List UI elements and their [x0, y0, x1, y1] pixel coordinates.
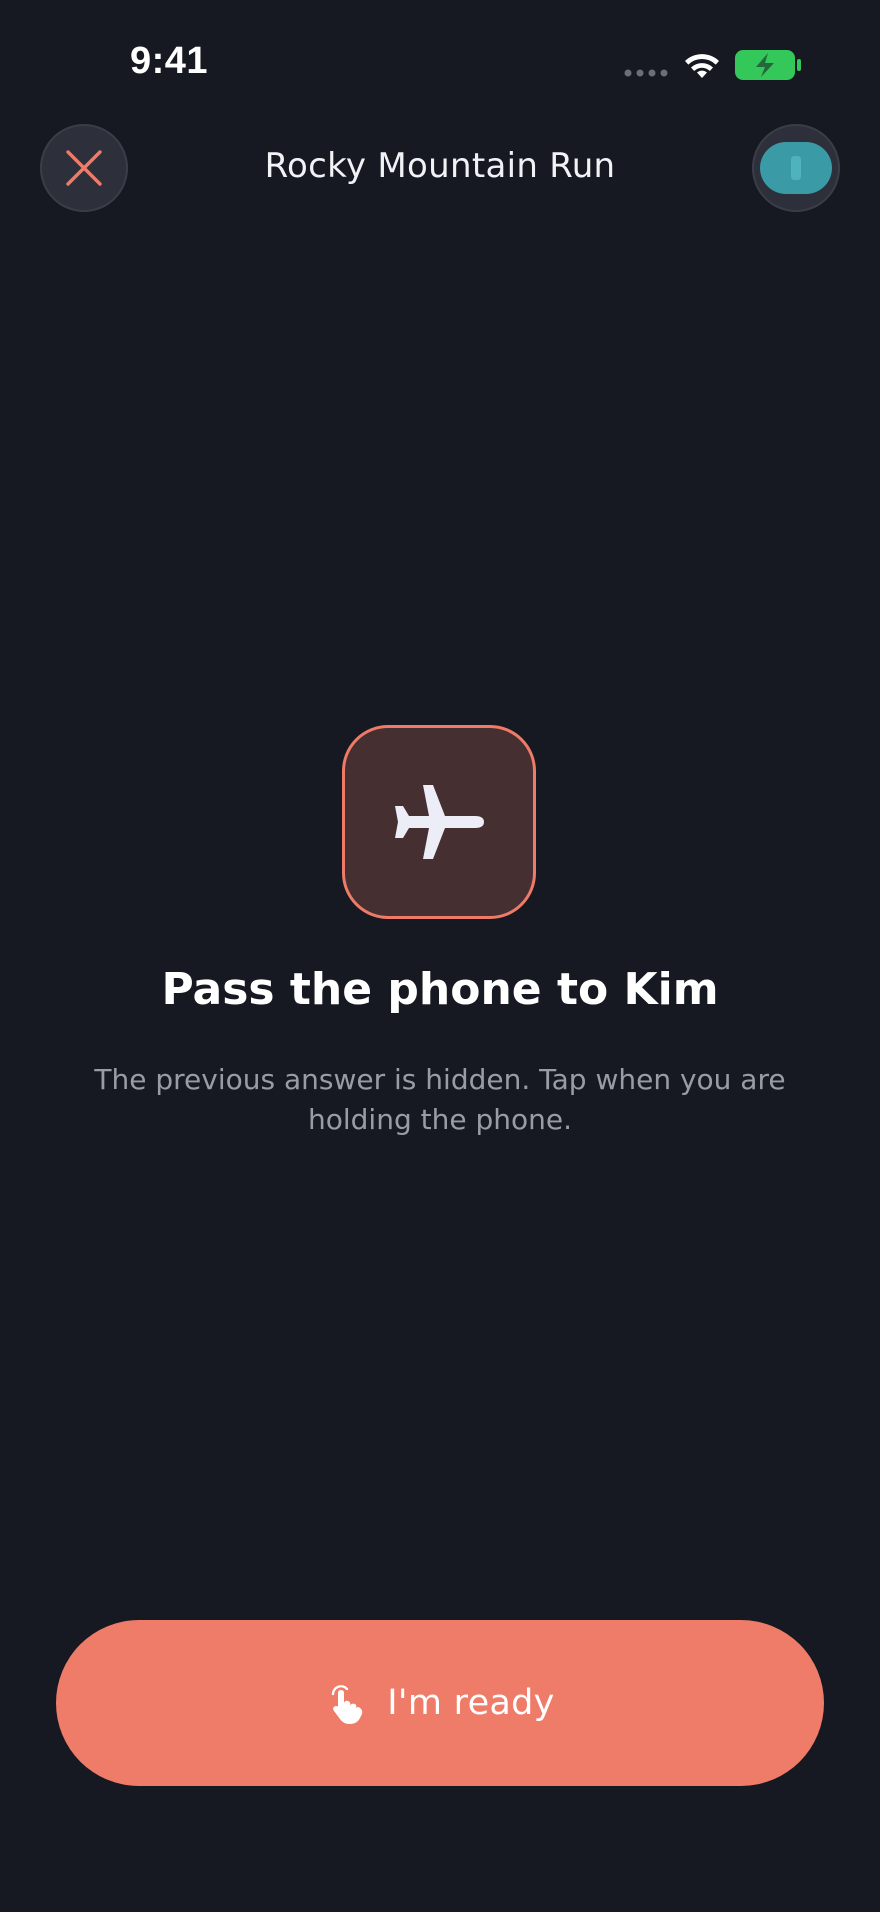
avatar	[760, 142, 832, 194]
pass-phone-subtitle: The previous answer is hidden. Tap when …	[94, 1063, 786, 1136]
wifi-icon	[685, 54, 719, 78]
pass-phone-screen: 9:41 Rocky Mountain Run Pass the phone t…	[0, 0, 880, 1912]
airplane-tile	[342, 725, 536, 919]
player-avatar-button[interactable]	[752, 124, 840, 212]
game-title: Rocky Mountain Run	[264, 146, 616, 186]
pass-phone-title: Pass the phone to Kim	[161, 964, 719, 1015]
ready-button-label: I'm ready	[387, 1683, 555, 1723]
tap-hand-icon	[332, 1685, 363, 1724]
ready-button[interactable]: I'm ready	[56, 1620, 824, 1786]
avatar-mark-icon	[791, 156, 801, 180]
status-time: 9:41	[130, 40, 209, 82]
battery-charging-icon	[735, 50, 801, 80]
airplane-icon	[395, 785, 484, 859]
cellular-signal-icon	[624, 69, 668, 77]
